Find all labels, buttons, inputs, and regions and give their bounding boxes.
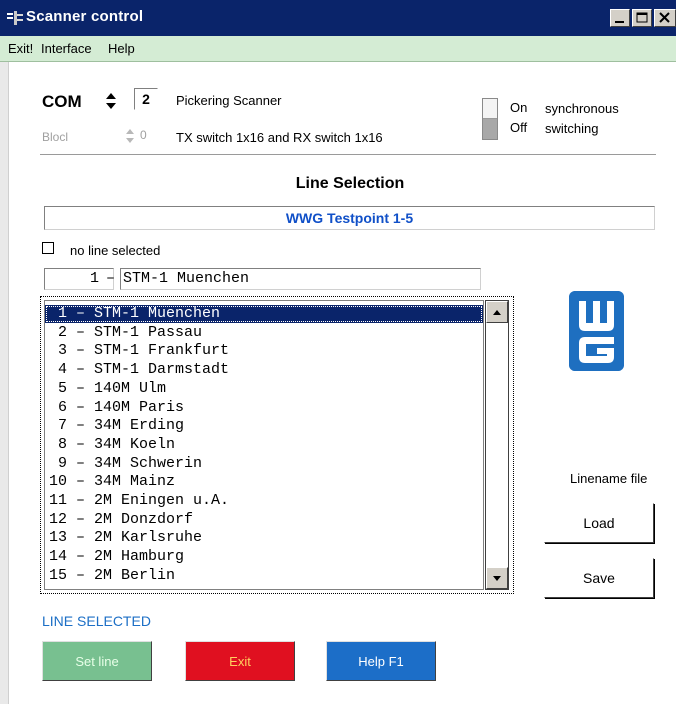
maximize-button[interactable] xyxy=(632,9,652,27)
title-bar[interactable]: Scanner control xyxy=(0,0,676,36)
com-description: Pickering Scanner xyxy=(176,93,282,108)
scroll-up-button[interactable] xyxy=(486,301,508,323)
list-item[interactable]: 15 – 2M Berlin xyxy=(45,567,483,585)
set-line-button[interactable]: Set line xyxy=(42,641,152,681)
window-left-edge xyxy=(0,62,9,704)
arrow-down-icon xyxy=(493,576,501,581)
menu-help[interactable]: Help xyxy=(108,41,135,56)
list-item[interactable]: 9 – 34M Schwerin xyxy=(45,455,483,473)
com-port-value[interactable]: 2 xyxy=(134,88,158,110)
no-line-checkbox[interactable] xyxy=(42,242,54,254)
list-item[interactable]: 3 – STM-1 Frankfurt xyxy=(45,342,483,360)
list-item[interactable]: 13 – 2M Karlsruhe xyxy=(45,529,483,547)
sync-on-label: On xyxy=(510,100,528,115)
list-item[interactable]: 1 – STM-1 Muenchen xyxy=(45,305,483,323)
no-line-label: no line selected xyxy=(70,243,161,258)
exit-button[interactable]: Exit xyxy=(185,641,295,681)
com-label: COM xyxy=(42,92,82,111)
blocl-description: TX switch 1x16 and RX switch 1x16 xyxy=(176,130,383,145)
status-text: LINE SELECTED xyxy=(42,613,151,629)
menu-bar: Exit! Interface Help xyxy=(0,36,676,62)
line-name-field[interactable]: STM-1 Muenchen xyxy=(120,268,481,290)
window-title: Scanner control xyxy=(26,8,144,25)
load-button[interactable]: Load xyxy=(544,503,654,543)
line-separator: – xyxy=(106,270,116,287)
list-item[interactable]: 12 – 2M Donzdorf xyxy=(45,511,483,529)
sync-text-line2: switching xyxy=(545,121,599,136)
list-item[interactable]: 6 – 140M Paris xyxy=(45,399,483,417)
list-item[interactable]: 4 – STM-1 Darmstadt xyxy=(45,361,483,379)
list-item[interactable]: 14 – 2M Hamburg xyxy=(45,548,483,566)
com-spinner-icon[interactable] xyxy=(105,91,117,111)
line-list-scrollbar[interactable] xyxy=(485,300,509,590)
scanner-control-window: Scanner control Exit! Interface Help COM… xyxy=(0,0,676,704)
blocl-label: Blocl xyxy=(42,130,69,144)
linename-file-label: Linename file xyxy=(570,471,648,486)
arrow-up-icon xyxy=(493,310,501,315)
close-button[interactable] xyxy=(654,9,676,27)
wg-logo-icon xyxy=(569,291,624,371)
sync-text-line1: synchronous xyxy=(545,101,619,116)
line-selection-title: Line Selection xyxy=(295,175,405,192)
list-item[interactable]: 5 – 140M Ulm xyxy=(45,380,483,398)
list-item[interactable]: 10 – 34M Mainz xyxy=(45,473,483,491)
list-item[interactable]: 2 – STM-1 Passau xyxy=(45,324,483,342)
line-list-items: 1 – STM-1 Muenchen 2 – STM-1 Passau 3 – … xyxy=(44,300,484,590)
scanner-app-icon xyxy=(7,11,23,25)
list-item[interactable]: 7 – 34M Erding xyxy=(45,417,483,435)
line-list[interactable]: 1 – STM-1 Muenchen 2 – STM-1 Passau 3 – … xyxy=(40,296,514,594)
menu-interface[interactable]: Interface xyxy=(41,41,92,56)
sync-off-segment xyxy=(483,119,497,139)
blocl-spinner-icon xyxy=(126,129,134,143)
sync-off-label: Off xyxy=(510,120,528,135)
list-item[interactable]: 8 – 34M Koeln xyxy=(45,436,483,454)
sync-on-segment xyxy=(483,99,497,119)
list-item[interactable]: 11 – 2M Eningen u.A. xyxy=(45,492,483,510)
menu-exit[interactable]: Exit! xyxy=(8,41,33,56)
minimize-button[interactable] xyxy=(610,9,630,27)
maximize-icon xyxy=(636,12,648,23)
help-button[interactable]: Help F1 xyxy=(326,641,436,681)
save-button[interactable]: Save xyxy=(544,558,654,598)
section-separator xyxy=(40,154,656,156)
blocl-value: 0 xyxy=(140,128,147,142)
line-number-field[interactable]: 1 xyxy=(44,268,114,290)
sync-switch-toggle[interactable] xyxy=(482,98,498,140)
selected-name-field: WWG Testpoint 1-5 xyxy=(44,206,655,230)
minimize-icon xyxy=(615,21,624,23)
scroll-down-button[interactable] xyxy=(486,567,508,589)
close-icon xyxy=(659,12,670,23)
